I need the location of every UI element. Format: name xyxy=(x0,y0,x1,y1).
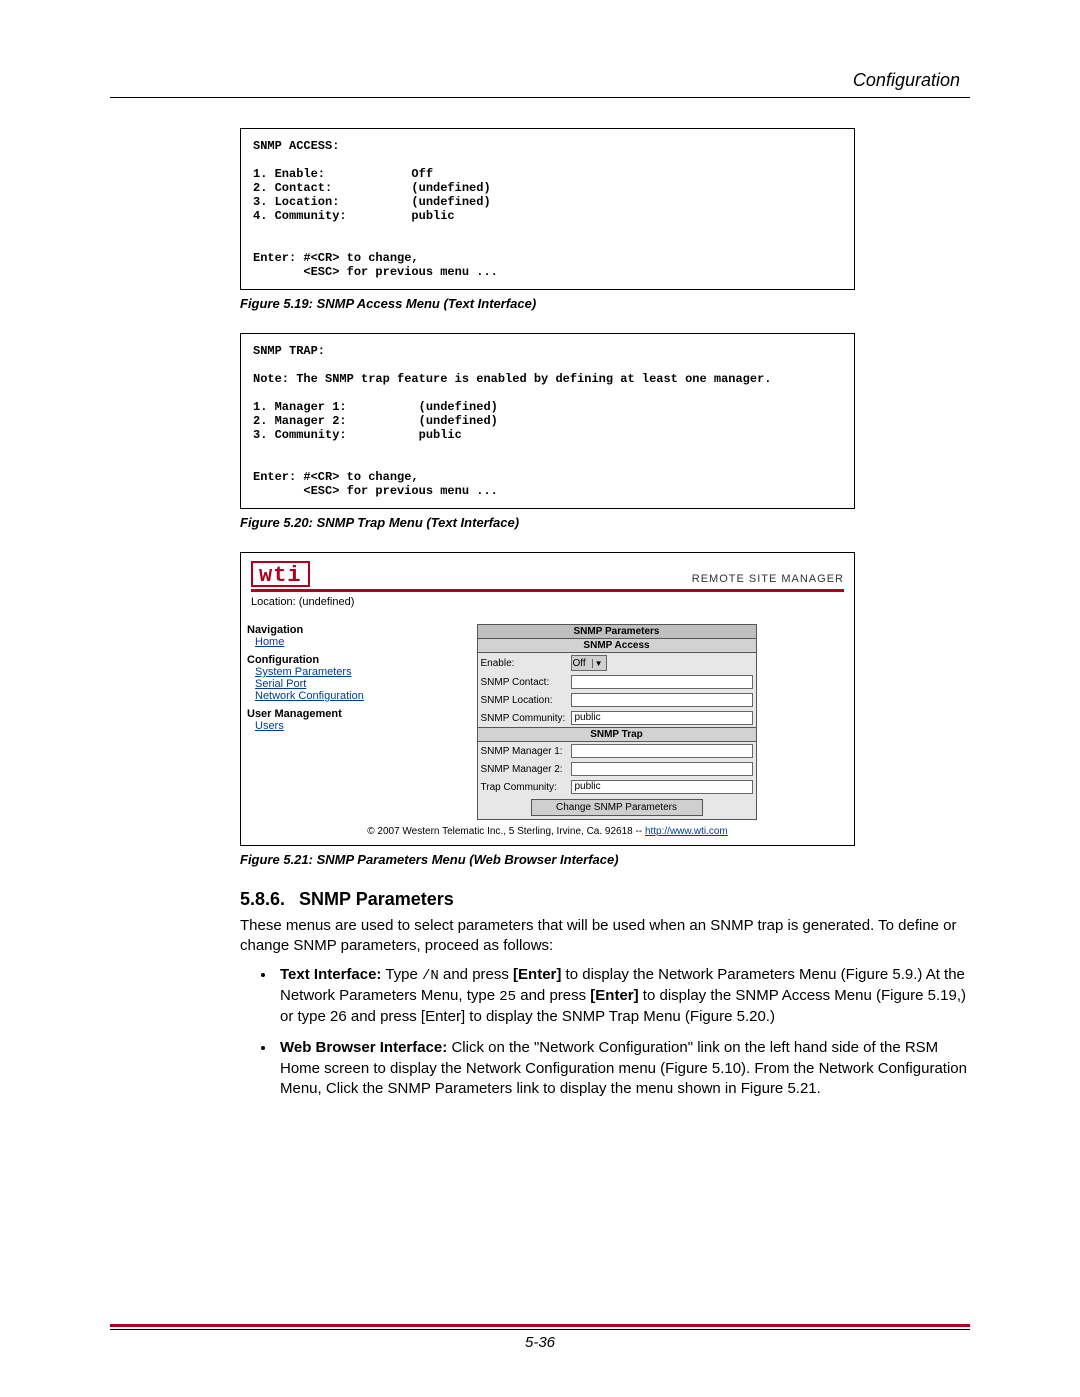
section-heading: 5.8.6. SNMP Parameters xyxy=(240,889,855,910)
location-input[interactable] xyxy=(571,693,753,707)
figure-5-20-box: SNMP TRAP: Note: The SNMP trap feature i… xyxy=(240,333,855,509)
bullet2-lead: Web Browser Interface: xyxy=(280,1039,447,1056)
change-snmp-button[interactable]: Change SNMP Parameters xyxy=(531,799,703,816)
bullet-text-interface: Text Interface: Type /N and press [Enter… xyxy=(276,965,976,1028)
web-footer: © 2007 Western Telematic Inc., 5 Sterlin… xyxy=(247,820,848,839)
header-rule xyxy=(110,97,970,98)
footer-thin-rule xyxy=(110,1329,970,1330)
nav-users-link[interactable]: Users xyxy=(255,720,377,732)
enable-label: Enable: xyxy=(481,658,571,669)
mgr1-label: SNMP Manager 1: xyxy=(481,746,571,757)
chapter-header: Configuration xyxy=(110,70,970,91)
enable-value: Off xyxy=(573,658,586,669)
section-intro: These menus are used to select parameter… xyxy=(240,916,960,957)
bullet1-cmd: /N xyxy=(422,968,439,984)
dropdown-arrow-icon: ▼ xyxy=(592,659,605,668)
trap-comm-value: public xyxy=(575,781,601,792)
contact-input[interactable] xyxy=(571,675,753,689)
panel-trap-title: SNMP Trap xyxy=(477,728,757,742)
page-number: 5-36 xyxy=(110,1334,970,1351)
bullet1-t2: and press xyxy=(439,966,513,983)
footer-link[interactable]: http://www.wti.com xyxy=(645,826,728,837)
footer-red-rule xyxy=(110,1324,970,1327)
bullet1-t1: Type xyxy=(381,966,422,983)
figure-5-20-caption: Figure 5.20: SNMP Trap Menu (Text Interf… xyxy=(240,515,855,530)
enable-select[interactable]: Off ▼ xyxy=(571,655,607,671)
location-row: Location: (undefined) xyxy=(251,592,844,614)
bullet1-lead: Text Interface: xyxy=(280,966,381,983)
mgr2-label: SNMP Manager 2: xyxy=(481,764,571,775)
community-label: SNMP Community: xyxy=(481,713,571,724)
bullet1-key2: [Enter] xyxy=(590,987,638,1004)
bullet1-key1: [Enter] xyxy=(513,966,561,983)
panel-title: SNMP Parameters xyxy=(477,624,757,639)
nav-home-link[interactable]: Home xyxy=(255,636,377,648)
bullet-web-interface: Web Browser Interface: Click on the "Net… xyxy=(276,1038,976,1100)
nav-system-params-link[interactable]: System Parameters xyxy=(255,666,377,678)
nav-user-heading: User Management xyxy=(247,708,377,720)
bullet1-t4: and press xyxy=(516,987,590,1004)
figure-5-19-caption: Figure 5.19: SNMP Access Menu (Text Inte… xyxy=(240,296,855,311)
trap-comm-input[interactable]: public xyxy=(571,780,753,794)
figure-5-21-caption: Figure 5.21: SNMP Parameters Menu (Web B… xyxy=(240,852,855,867)
trap-comm-label: Trap Community: xyxy=(481,782,571,793)
section-title-text: SNMP Parameters xyxy=(299,889,454,909)
footer-text: © 2007 Western Telematic Inc., 5 Sterlin… xyxy=(367,826,645,837)
community-value: public xyxy=(575,712,601,723)
community-input[interactable]: public xyxy=(571,711,753,725)
section-number: 5.8.6. xyxy=(240,889,285,909)
nav-network-config-link[interactable]: Network Configuration xyxy=(255,690,377,702)
nav-heading: Navigation xyxy=(247,624,377,636)
contact-label: SNMP Contact: xyxy=(481,677,571,688)
figure-5-19-box: SNMP ACCESS: 1. Enable: Off 2. Contact: … xyxy=(240,128,855,290)
panel-access-title: SNMP Access xyxy=(477,639,757,653)
location-label: SNMP Location: xyxy=(481,695,571,706)
site-title: REMOTE SITE MANAGER xyxy=(692,573,844,587)
mgr1-input[interactable] xyxy=(571,744,753,758)
nav-config-heading: Configuration xyxy=(247,654,377,666)
mgr2-input[interactable] xyxy=(571,762,753,776)
figure-5-21-box: wti REMOTE SITE MANAGER Location: (undef… xyxy=(240,552,855,846)
nav-serial-port-link[interactable]: Serial Port xyxy=(255,678,377,690)
wti-logo: wti xyxy=(251,561,310,587)
bullet1-num: 25 xyxy=(499,989,516,1005)
